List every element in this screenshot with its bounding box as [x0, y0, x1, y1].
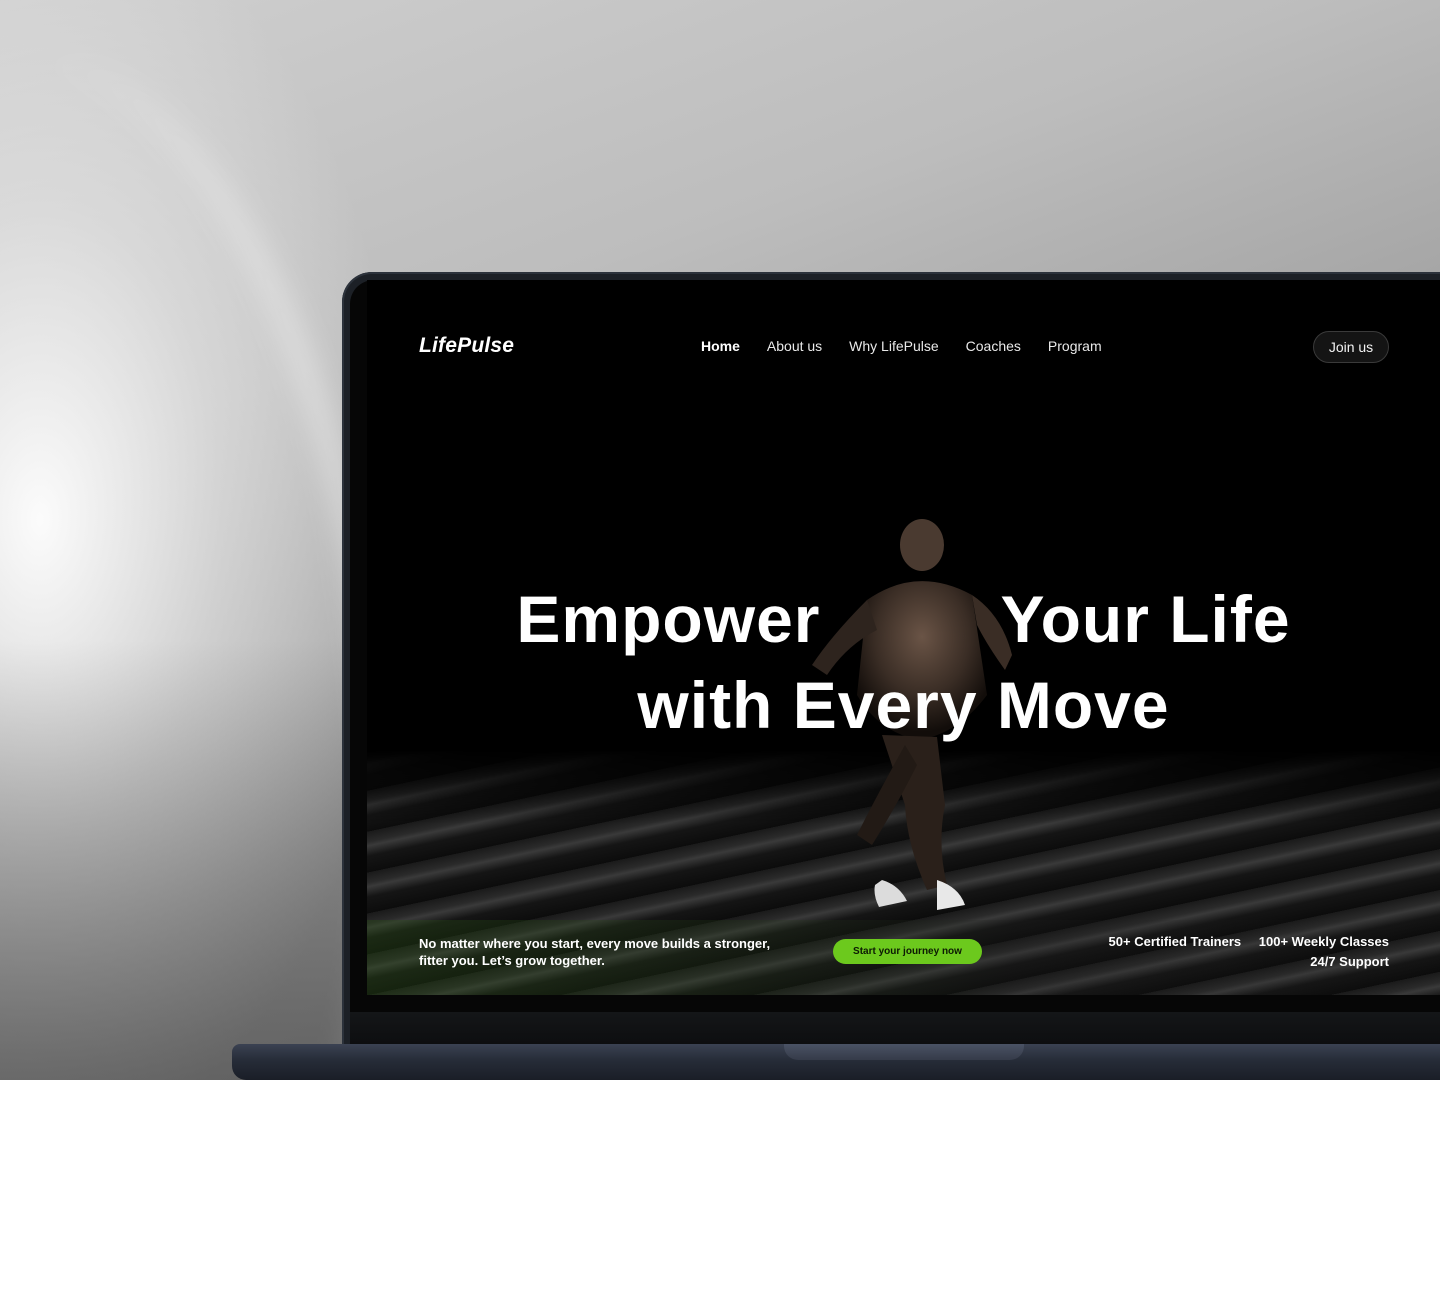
hero-headline-line1: Empower Your Life	[367, 576, 1440, 662]
hero-stats: 50+ Certified Trainers 100+ Weekly Class…	[1109, 932, 1389, 972]
start-journey-button[interactable]: Start your journey now	[833, 939, 982, 964]
hero-headline-part2: Your Life	[1000, 582, 1291, 656]
stat-trainers: 50+ Certified Trainers	[1108, 934, 1242, 949]
nav-item-coaches[interactable]: Coaches	[966, 338, 1021, 354]
hero-stats-row1: 50+ Certified Trainers 100+ Weekly Class…	[1109, 932, 1389, 952]
hero-headline-line2: with Every Move	[637, 668, 1170, 742]
laptop-screen-chin	[350, 1012, 1440, 1044]
website-screen: LifePulse Home About us Why LifePulse Co…	[367, 280, 1440, 995]
nav-item-program[interactable]: Program	[1048, 338, 1102, 354]
main-nav: Home About us Why LifePulse Coaches Prog…	[701, 338, 1102, 354]
hero-headline: Empower Your Life with Every Move	[367, 576, 1440, 748]
hero-headline-part1: Empower	[516, 582, 821, 656]
laptop-hinge-notch	[784, 1044, 1024, 1060]
nav-item-why-lifepulse[interactable]: Why LifePulse	[849, 338, 938, 354]
brand-logo[interactable]: LifePulse	[419, 334, 514, 358]
nav-item-about-us[interactable]: About us	[767, 338, 822, 354]
stat-support: 24/7 Support	[1310, 954, 1389, 969]
join-us-button[interactable]: Join us	[1313, 331, 1389, 363]
nav-item-home[interactable]: Home	[701, 338, 740, 354]
hero-tagline: No matter where you start, every move bu…	[419, 936, 771, 968]
stat-classes: 100+ Weekly Classes	[1258, 934, 1389, 949]
background-shade	[0, 640, 360, 1080]
